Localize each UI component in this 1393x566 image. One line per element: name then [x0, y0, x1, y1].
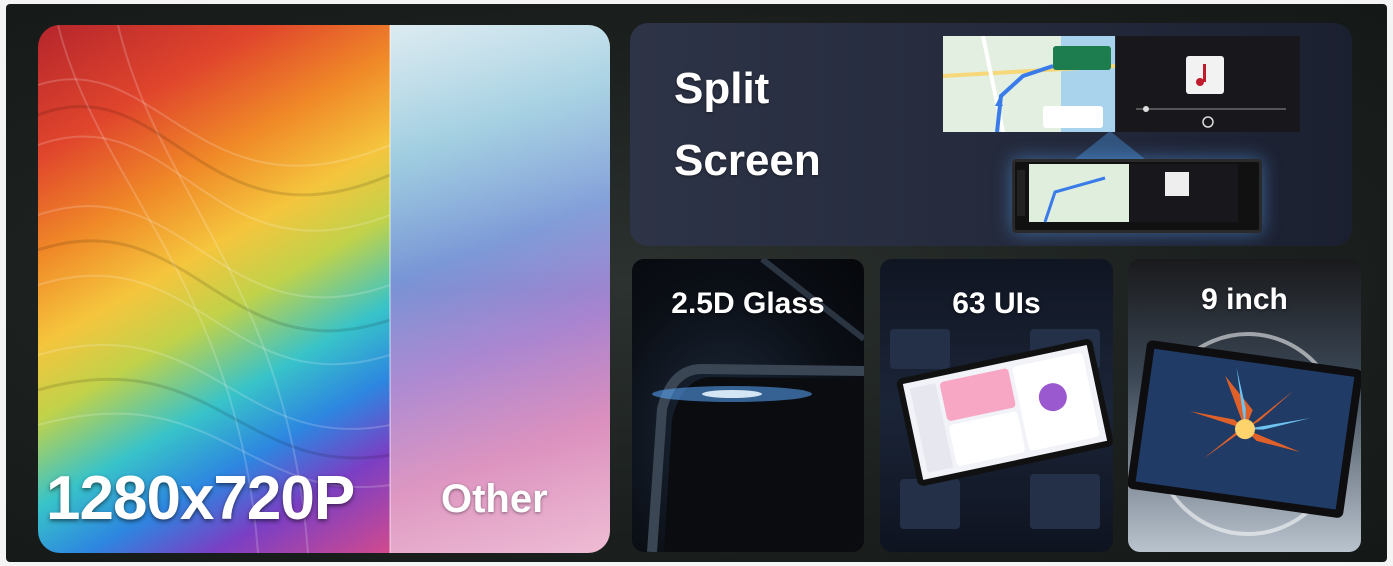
- navigation-map-screen: [943, 36, 1115, 132]
- glass-feature-card: 2.5D Glass: [632, 259, 864, 552]
- ui-themes-feature-title: 63 UIs: [952, 287, 1041, 320]
- split-screen-card: Split Screen: [630, 23, 1352, 246]
- comparison-divider: [389, 25, 391, 553]
- glass-feature-title: 2.5D Glass: [671, 287, 825, 320]
- screen-size-feature-card: 9 inch: [1128, 259, 1361, 552]
- ui-themes-feature-card: 63 UIs: [880, 259, 1113, 552]
- screen-size-feature-title: 9 inch: [1201, 283, 1288, 316]
- other-label: Other: [441, 477, 548, 521]
- split-screen-title: Split Screen: [674, 64, 821, 185]
- resolution-comparison-card: 1280x720P Other: [38, 25, 610, 553]
- head-unit-device: [1012, 159, 1262, 233]
- resolution-label: 1280x720P: [46, 464, 355, 533]
- feature-banner: 1280x720P Other Split Screen 2.5D Glass …: [6, 4, 1387, 562]
- low-resolution-blur-image: [390, 25, 610, 553]
- music-player-screen: [1116, 36, 1300, 132]
